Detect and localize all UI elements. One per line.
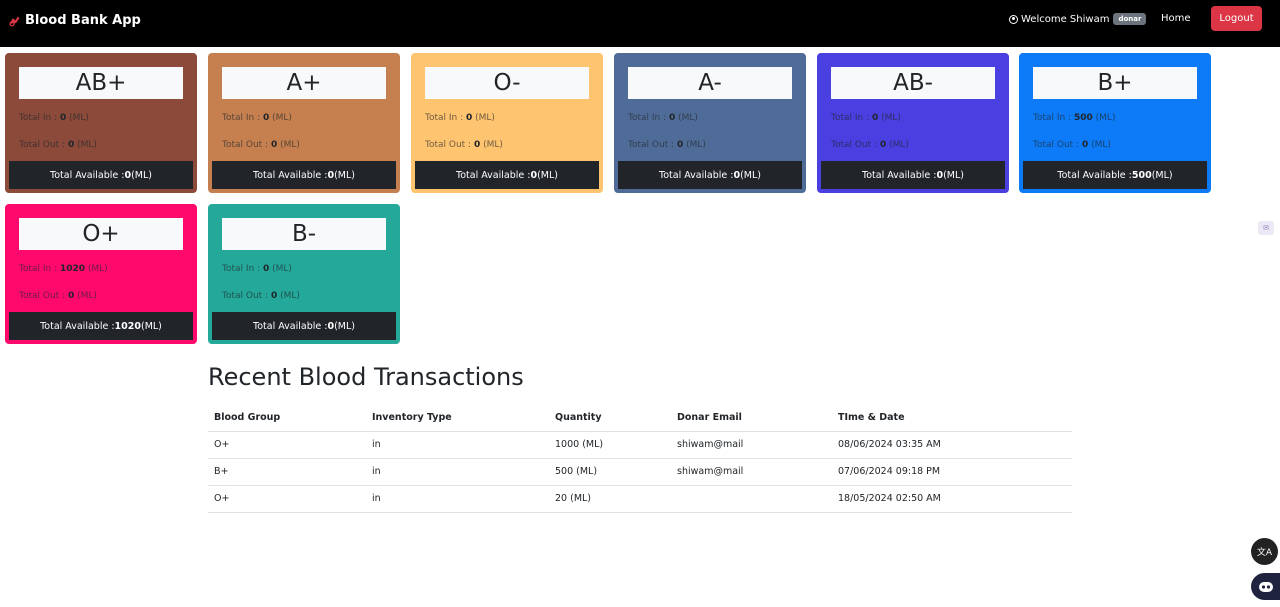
- total-in: Total In : 500 (ML): [1033, 113, 1116, 123]
- table-cell: in: [366, 458, 549, 486]
- inventory-card: A+ Total In : 0 (ML) Total Out : 0 (ML) Tot…: [208, 53, 400, 193]
- assistant-bot-icon[interactable]: [1251, 573, 1280, 600]
- column-header: TIme & Date: [832, 404, 1072, 432]
- table-cell: 20 (ML): [549, 485, 671, 513]
- total-available: Total Available : 0 (ML): [9, 161, 193, 189]
- total-out: Total Out : 0 (ML): [1033, 140, 1111, 150]
- total-in: Total In : 1020 (ML): [19, 264, 108, 274]
- total-available: Total Available : 0 (ML): [415, 161, 599, 189]
- total-out: Total Out : 0 (ML): [222, 140, 300, 150]
- blood-group-title: A-: [628, 67, 792, 99]
- table-cell: 08/06/2024 03:35 AM: [832, 431, 1072, 459]
- column-header: Quantity: [549, 404, 671, 432]
- table-row: B+ in 500 (ML) shiwam@mail 07/06/2024 09:18 …: [208, 458, 1072, 486]
- blood-group-title: AB-: [831, 67, 995, 99]
- column-header: Inventory Type: [366, 404, 549, 432]
- table-cell: 1000 (ML): [549, 431, 671, 459]
- total-in: Total In : 0 (ML): [222, 264, 292, 274]
- table-cell: shiwam@mail: [671, 458, 832, 486]
- table-cell: O+: [208, 485, 366, 513]
- table-cell: in: [366, 431, 549, 459]
- total-available: Total Available : 0 (ML): [212, 312, 396, 340]
- role-badge: donar: [1113, 13, 1147, 25]
- table-header-row: Blood Group Inventory Type Quantity Donar E…: [208, 404, 1072, 432]
- page-title: Recent Blood Transactions: [208, 363, 524, 391]
- table-cell: [671, 485, 832, 513]
- inventory-card: AB+ Total In : 0 (ML) Total Out : 0 (ML) To…: [5, 53, 197, 193]
- welcome-text: Welcome Shiwam donar: [1009, 13, 1147, 25]
- total-in: Total In : 0 (ML): [222, 113, 292, 123]
- table-cell: 07/06/2024 09:18 PM: [832, 458, 1072, 486]
- table-cell: shiwam@mail: [671, 431, 832, 459]
- total-out: Total Out : 0 (ML): [831, 140, 909, 150]
- brand-link[interactable]: Blood Bank App: [8, 13, 141, 28]
- side-widget-icon[interactable]: ✉: [1258, 221, 1274, 235]
- total-available: Total Available : 500 (ML): [1023, 161, 1207, 189]
- blood-group-title: O+: [19, 218, 183, 250]
- blood-group-title: B-: [222, 218, 386, 250]
- blood-group-title: O-: [425, 67, 589, 99]
- table-row: O+ in 20 (ML) 18/05/2024 02:50 AM: [208, 485, 1072, 513]
- total-available: Total Available : 0 (ML): [821, 161, 1005, 189]
- blood-drop-icon: [9, 16, 20, 27]
- inventory-card: AB- Total In : 0 (ML) Total Out : 0 (ML) To…: [817, 53, 1009, 193]
- total-in: Total In : 0 (ML): [19, 113, 89, 123]
- inventory-card: A- Total In : 0 (ML) Total Out : 0 (ML) Tot…: [614, 53, 806, 193]
- inventory-card: O+ Total In : 1020 (ML) Total Out : 0 (ML)…: [5, 204, 197, 344]
- blood-group-title: A+: [222, 67, 386, 99]
- total-in: Total In : 0 (ML): [425, 113, 495, 123]
- total-out: Total Out : 0 (ML): [628, 140, 706, 150]
- total-out: Total Out : 0 (ML): [222, 291, 300, 301]
- table-cell: in: [366, 485, 549, 513]
- inventory-card: B+ Total In : 500 (ML) Total Out : 0 (ML) T…: [1019, 53, 1211, 193]
- translate-icon[interactable]: 文A: [1251, 538, 1278, 565]
- total-in: Total In : 0 (ML): [628, 113, 698, 123]
- table-cell: B+: [208, 458, 366, 486]
- table-cell: 500 (ML): [549, 458, 671, 486]
- navbar: Blood Bank App Welcome Shiwam donar Home…: [0, 0, 1280, 47]
- total-out: Total Out : 0 (ML): [19, 291, 97, 301]
- table-cell: O+: [208, 431, 366, 459]
- transactions-table: Blood Group Inventory Type Quantity Donar E…: [208, 404, 1072, 513]
- column-header: Blood Group: [208, 404, 366, 432]
- blood-group-title: B+: [1033, 67, 1197, 99]
- home-link[interactable]: Home: [1161, 13, 1191, 24]
- logout-button[interactable]: Logout: [1211, 6, 1262, 31]
- total-available: Total Available : 0 (ML): [212, 161, 396, 189]
- table-cell: 18/05/2024 02:50 AM: [832, 485, 1072, 513]
- total-available: Total Available : 1020 (ML): [9, 312, 193, 340]
- blood-group-title: AB+: [19, 67, 183, 99]
- table-row: O+ in 1000 (ML) shiwam@mail 08/06/2024 03:35…: [208, 431, 1072, 459]
- inventory-card: O- Total In : 0 (ML) Total Out : 0 (ML) Tot…: [411, 53, 603, 193]
- brand-text: Blood Bank App: [25, 13, 141, 28]
- total-out: Total Out : 0 (ML): [425, 140, 503, 150]
- total-available: Total Available : 0 (ML): [618, 161, 802, 189]
- inventory-card: B- Total In : 0 (ML) Total Out : 0 (ML) Tot…: [208, 204, 400, 344]
- user-circle-icon: [1009, 14, 1018, 24]
- total-in: Total In : 0 (ML): [831, 113, 901, 123]
- column-header: Donar Email: [671, 404, 832, 432]
- welcome-label: Welcome Shiwam: [1021, 13, 1110, 25]
- total-out: Total Out : 0 (ML): [19, 140, 97, 150]
